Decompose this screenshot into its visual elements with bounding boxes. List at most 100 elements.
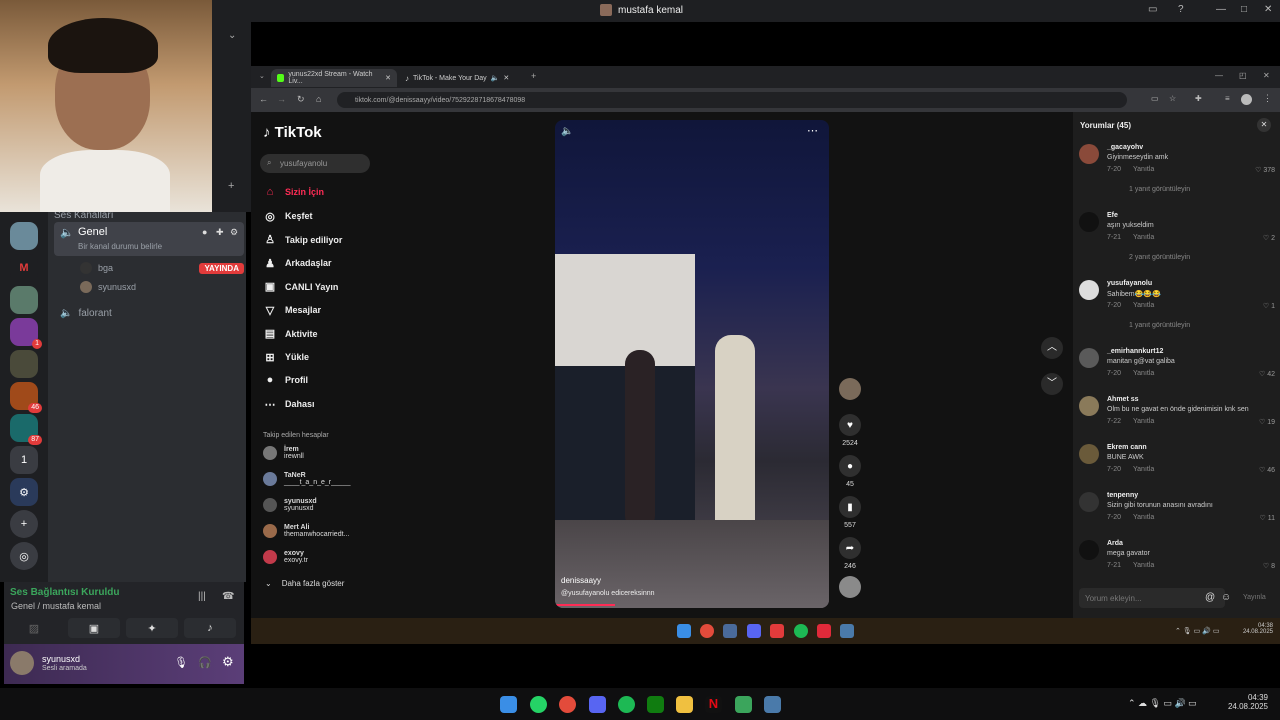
nav-item[interactable]: ● Profil xyxy=(263,374,308,386)
show-more-button[interactable]: ⌄ Daha fazla göster xyxy=(265,579,344,588)
restore-icon[interactable]: ◰ xyxy=(1239,71,1247,80)
gear-icon[interactable]: ⚙ xyxy=(222,654,234,670)
menu-icon[interactable]: ⋮ xyxy=(1263,93,1272,104)
avatar[interactable] xyxy=(1079,348,1099,368)
nav-item[interactable]: ♙ Takip ediliyor xyxy=(263,233,342,246)
spotify-icon[interactable] xyxy=(794,624,808,638)
avatar[interactable] xyxy=(1079,540,1099,560)
tab-tiktok[interactable]: ♪ TikTok - Make Your Day 🔈 ✕ xyxy=(399,69,529,87)
clock[interactable]: 04:38 24.08.2025 xyxy=(1237,623,1273,635)
back-icon[interactable]: ← xyxy=(259,94,268,104)
close-icon[interactable]: ✕ xyxy=(385,74,391,82)
following-account[interactable]: exovy exovy.tr xyxy=(263,550,308,564)
server-purple[interactable]: 1 xyxy=(10,318,42,349)
prev-video-button[interactable]: ︿ xyxy=(1041,337,1063,359)
reply-button[interactable]: Yanıtla xyxy=(1133,234,1154,241)
tab-list-icon[interactable]: ⌄ xyxy=(259,72,265,80)
reply-button[interactable]: Yanıtla xyxy=(1133,466,1154,473)
add-channel-icon[interactable]: + xyxy=(228,180,234,192)
extensions-icon[interactable]: ✚ xyxy=(1195,94,1202,103)
avatar[interactable] xyxy=(1079,280,1099,300)
minimize-icon[interactable]: — xyxy=(1216,4,1226,15)
start-icon[interactable] xyxy=(677,624,691,638)
nav-item[interactable]: ▽ Mesajlar xyxy=(263,304,321,317)
app-icon[interactable] xyxy=(735,696,752,713)
channel-status[interactable]: Bir kanal durumu belirle xyxy=(78,242,162,251)
comment-like[interactable]: ♡ 42 xyxy=(1259,370,1275,378)
following-account[interactable]: TaNeR ____t_a_n_e_r_____ xyxy=(263,472,351,486)
app-icon[interactable] xyxy=(723,624,737,638)
like-button[interactable]: ♥ xyxy=(839,414,861,436)
tray-icons[interactable]: ⌃ ☁ 🎙 ▭ 🔊 ▭ xyxy=(1128,698,1197,709)
view-replies[interactable]: 1 yanıt görüntüleyin xyxy=(1129,186,1190,193)
comment-input[interactable]: Yorum ekleyin... xyxy=(1079,588,1225,608)
avatar[interactable] xyxy=(1079,444,1099,464)
add-server-icon[interactable]: + xyxy=(10,510,38,538)
share-button[interactable]: ➦ xyxy=(839,537,861,559)
steam-icon[interactable] xyxy=(764,696,781,713)
server-number[interactable]: 1 xyxy=(10,446,38,474)
avatar[interactable] xyxy=(1079,212,1099,232)
clock[interactable]: 04:39 24.08.2025 xyxy=(1224,693,1268,711)
reply-button[interactable]: Yanıtla xyxy=(1133,418,1154,425)
video-player[interactable]: 🔈 ⋯ denissaayy @yusufayanolu edicereksin… xyxy=(555,120,829,608)
comment-user[interactable]: yusufayanolu xyxy=(1107,280,1152,287)
new-tab-icon[interactable]: + xyxy=(531,71,536,81)
chrome-icon[interactable] xyxy=(559,696,576,713)
comment-user[interactable]: _gacayohv xyxy=(1107,144,1143,151)
nav-item[interactable]: ◎ Keşfet xyxy=(263,210,312,223)
server-avatar-3[interactable] xyxy=(10,286,38,314)
start-icon[interactable] xyxy=(500,696,517,713)
home-icon[interactable]: ⌂ xyxy=(316,94,321,104)
server-m-logo[interactable]: M xyxy=(10,254,38,282)
avatar[interactable] xyxy=(1079,492,1099,512)
tray-icons[interactable]: ⌃ 🎙 ▭ 🔊 ▭ xyxy=(1175,627,1219,635)
chrome-icon[interactable] xyxy=(700,624,714,638)
voice-channel-genel[interactable]: 🔈 Genel Bir kanal durumu belirle ● ✚ ⚙ xyxy=(54,222,244,256)
reply-button[interactable]: Yanıtla xyxy=(1133,562,1154,569)
video-author[interactable]: denissaayy xyxy=(561,576,601,585)
volume-icon[interactable]: 🔈 xyxy=(561,126,573,137)
noise-icon[interactable]: ||| xyxy=(198,591,206,602)
progress-bar[interactable] xyxy=(555,604,615,606)
music-disc[interactable] xyxy=(839,576,861,598)
following-account[interactable]: syunusxd syunusxd xyxy=(263,498,317,512)
tiktok-logo[interactable]: ♪ TikTok xyxy=(263,124,322,141)
following-account[interactable]: İrem irewnll xyxy=(263,446,304,460)
search-input[interactable]: yusufayanolu xyxy=(260,154,370,173)
headphones-icon[interactable]: 🎧 xyxy=(198,656,212,669)
voice-status[interactable]: Ses Bağlantısı Kuruldu xyxy=(10,587,119,598)
save-button[interactable]: ▮ xyxy=(839,496,861,518)
emoji-icon[interactable]: ☺ xyxy=(1221,592,1231,603)
camera-off-button[interactable]: ▨ xyxy=(8,618,60,638)
inbox-icon[interactable]: ▭ xyxy=(1148,4,1157,15)
xbox-icon[interactable] xyxy=(647,696,664,713)
discord-icon[interactable] xyxy=(589,696,606,713)
disconnect-icon[interactable]: ☎ xyxy=(222,591,234,602)
comment-button[interactable]: ● xyxy=(839,455,861,477)
server-orange[interactable]: 46 xyxy=(10,382,42,413)
server-gear[interactable]: ⚙ xyxy=(10,478,38,506)
comment-user[interactable]: Ekrem cann xyxy=(1107,444,1147,451)
reply-button[interactable]: Yanıtla xyxy=(1133,514,1154,521)
youtube-icon[interactable] xyxy=(770,624,784,638)
server-teal[interactable]: 87 xyxy=(10,414,42,445)
minimize-icon[interactable]: — xyxy=(1215,71,1223,80)
nav-item[interactable]: ⊞ Yükle xyxy=(263,351,309,364)
close-icon[interactable]: ✕ xyxy=(1264,4,1272,15)
url-input[interactable]: tiktok.com/@denissaayy/video/75292287186… xyxy=(337,92,1127,108)
spotify-icon[interactable] xyxy=(618,696,635,713)
forward-icon[interactable]: → xyxy=(277,94,286,104)
view-replies[interactable]: 2 yanıt görüntüleyin xyxy=(1129,254,1190,261)
next-video-button[interactable]: ﹀ xyxy=(1041,373,1063,395)
reply-button[interactable]: Yanıtla xyxy=(1133,166,1154,173)
maximize-icon[interactable]: □ xyxy=(1241,4,1247,15)
comment-user[interactable]: Efe xyxy=(1107,212,1118,219)
reply-button[interactable]: Yanıtla xyxy=(1133,370,1154,377)
discover-icon[interactable]: ◎ xyxy=(10,542,38,570)
avatar[interactable] xyxy=(1079,396,1099,416)
nav-item[interactable]: ⌂ Sizin İçin xyxy=(263,186,324,198)
nav-item[interactable]: ⋯ Dahası xyxy=(263,398,315,411)
comment-like[interactable]: ♡ 11 xyxy=(1259,514,1275,522)
author-avatar[interactable] xyxy=(839,378,861,400)
